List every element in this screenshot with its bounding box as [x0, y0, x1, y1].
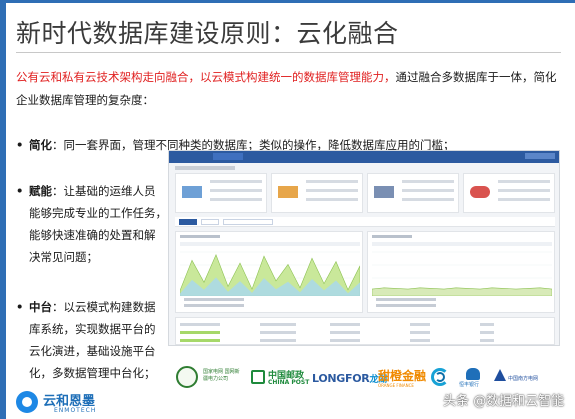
area-chart — [372, 251, 552, 296]
console-topbar — [169, 151, 559, 163]
chart-legend — [376, 298, 436, 310]
bullet-term: 赋能 — [29, 184, 52, 198]
enmotech-logo-icon — [16, 391, 38, 413]
chart-legend — [184, 298, 244, 310]
logo-hengfeng-bank: 恒丰银行 — [459, 366, 487, 390]
chart-area-series — [372, 287, 552, 296]
title-divider — [16, 52, 561, 53]
table-row — [180, 339, 550, 342]
customer-logos: 国家电网 国网新疆电力公司 中国邮政 CHINA POST LONGFOR龙湖 … — [176, 366, 566, 390]
hengfeng-mark-icon — [466, 368, 480, 380]
mysql-logo-icon — [278, 186, 298, 198]
bullet-dot: • — [16, 184, 24, 198]
bullet-middle-platform: • 中台：以云模式构建数据 库系统，实现数据平台的 云化演进，基础设施平台 化，… — [16, 296, 168, 386]
logo-longfor: LONGFOR龙湖 — [312, 372, 387, 385]
console-filter[interactable] — [223, 219, 273, 225]
console-tab[interactable] — [179, 219, 197, 225]
db-logo-icon — [182, 186, 202, 198]
southern-grid-mark-icon — [494, 369, 506, 381]
left-accent-bar — [0, 0, 6, 419]
console-nav — [213, 153, 243, 160]
bullet-term: 简化 — [29, 138, 52, 152]
bullet-term: 中台 — [29, 300, 52, 314]
area-chart — [180, 251, 360, 296]
db-card — [271, 173, 363, 213]
db-card — [463, 173, 555, 213]
console-tabs — [175, 217, 555, 227]
bullet-text: 能够快速准确的处置和解 — [29, 228, 156, 242]
db-card — [175, 173, 267, 213]
bullet-enable: • 赋能：让基础的运维人员 能够完成专业的工作任务， 能够快速准确的处置和解 决… — [16, 180, 168, 270]
slide-title: 新时代数据库建设原则：云化融合 — [16, 19, 399, 48]
table-row — [180, 323, 550, 326]
bullet-text: 库系统，实现数据平台的 — [29, 322, 156, 336]
china-post-mark-icon — [251, 370, 265, 384]
enmotech-brand: 云和恩墨 ENMOTECH — [16, 388, 112, 416]
intro-highlight: 公有云和私有云技术架构走向融合，以云模式构建统一的数据库管理能力， — [16, 70, 396, 84]
db-card — [367, 173, 459, 213]
logo-state-grid: 国家电网 国网新疆电力公司 — [203, 369, 240, 382]
redis-logo-icon — [470, 186, 490, 198]
console-breadcrumb — [175, 166, 235, 170]
console-screenshot — [168, 150, 560, 346]
logo-china-post: 中国邮政 CHINA POST — [251, 366, 309, 390]
bullet-text: 让基础的运维人员 — [63, 184, 156, 198]
chat-icon — [426, 394, 440, 406]
bullet-text: 能够完成专业的工作任务， — [29, 206, 167, 220]
db-logo-icon — [374, 186, 394, 198]
watermark: 头条 @数据和云智能 — [426, 390, 564, 409]
bullet-text: 以云模式构建数据 — [63, 300, 156, 314]
top-rule — [0, 0, 575, 3]
chart-panel-left — [175, 231, 363, 313]
bullet-text: 云化演进，基础设施平台 — [29, 344, 156, 358]
bullet-text: 决常见问题； — [29, 250, 98, 264]
instance-table — [175, 317, 555, 345]
bullet-dot: • — [16, 300, 24, 314]
bullet-dot: • — [16, 138, 24, 152]
logo-orange-finance: 甜橙金融 ORANGE FINANCE — [378, 369, 427, 388]
swirl-logo-icon — [429, 366, 451, 390]
slide: 新时代数据库建设原则：云化融合 公有云和私有云技术架构走向融合，以云模式构建统一… — [0, 0, 575, 419]
bullet-text: 化，多数据管理中台化； — [29, 366, 156, 380]
table-row — [180, 331, 550, 334]
logo-china-southern-grid: 中国南方电网 — [494, 366, 544, 390]
console-user-menu — [525, 153, 555, 159]
console-tab[interactable] — [201, 219, 219, 225]
intro-paragraph: 公有云和私有云技术架构走向融合，以云模式构建统一的数据库管理能力，通过融合多数据… — [16, 66, 564, 112]
chart-panel-right — [367, 231, 555, 313]
state-grid-emblem-icon — [176, 366, 198, 388]
